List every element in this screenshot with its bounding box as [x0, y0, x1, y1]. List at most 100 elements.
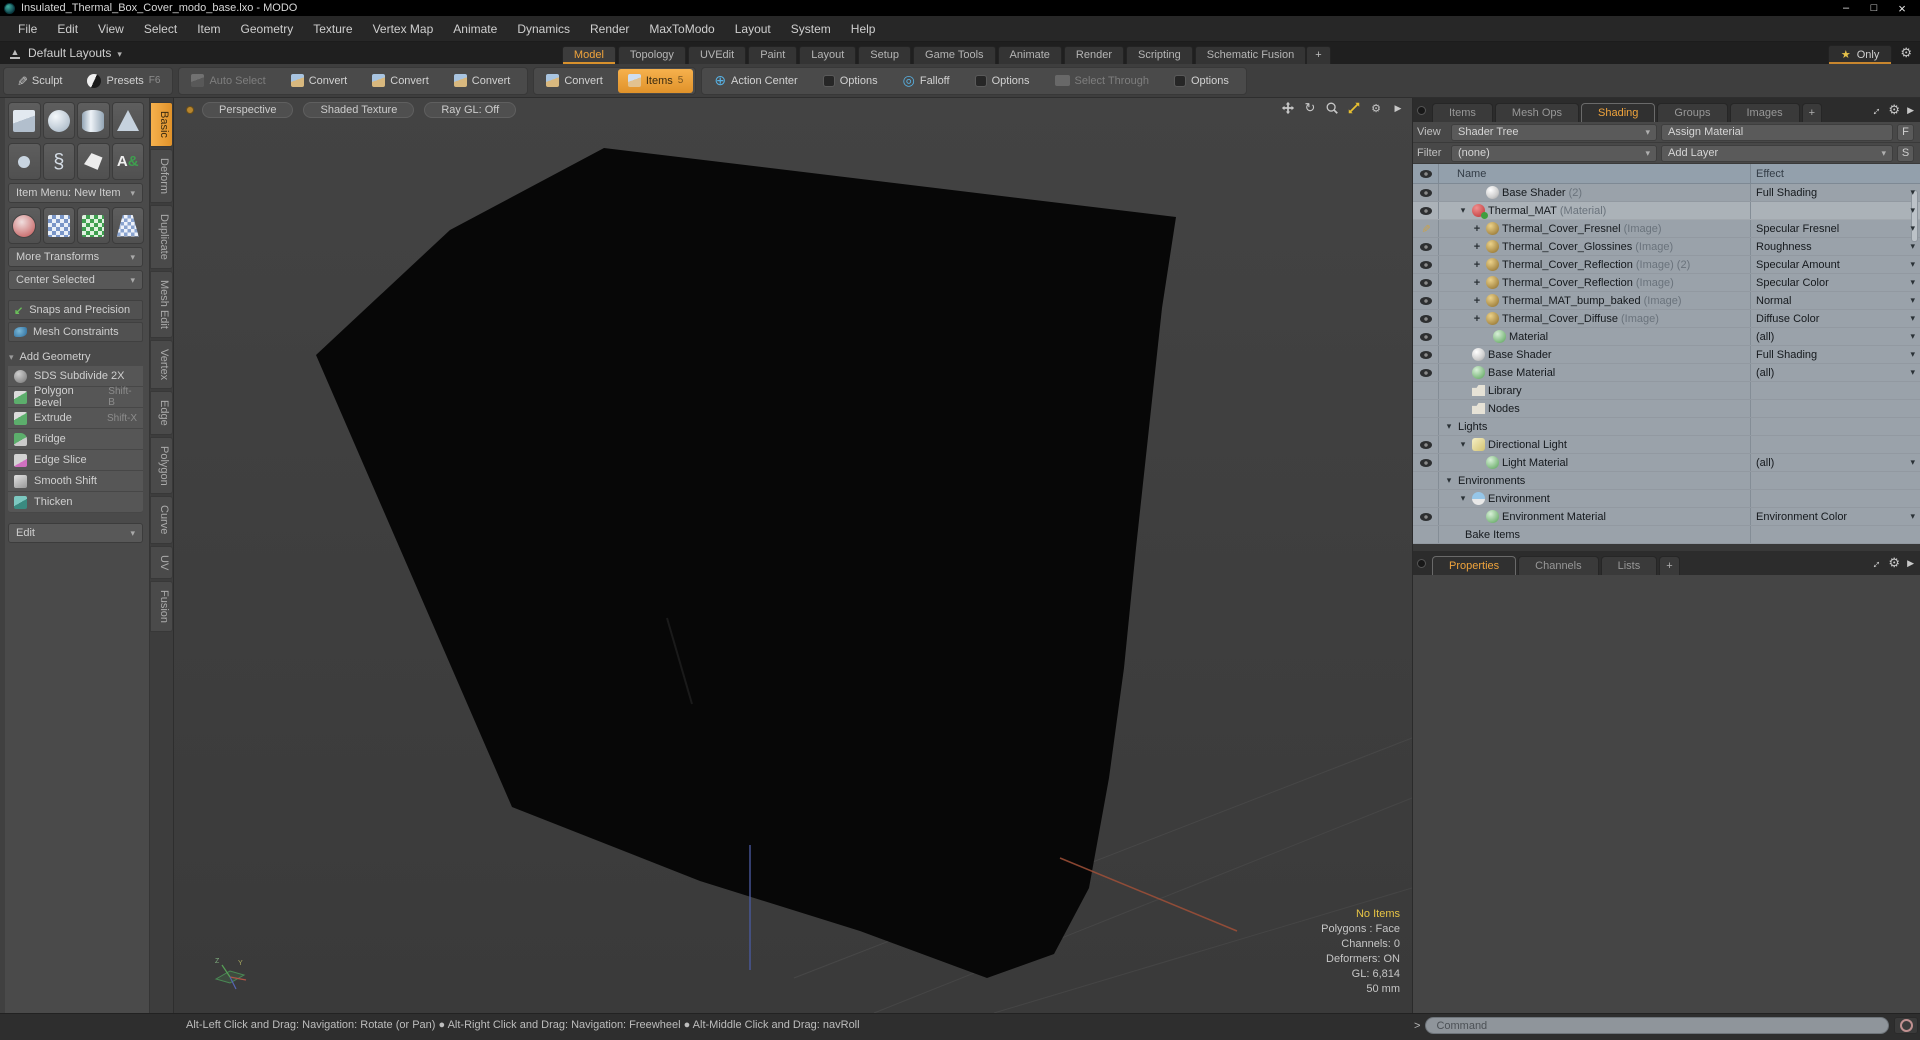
mesh-constraints-button[interactable]: Mesh Constraints	[8, 322, 143, 342]
panel-tab[interactable]: Mesh Ops	[1494, 103, 1580, 122]
effect-dropdown-icon[interactable]	[1910, 205, 1915, 216]
panel-tab[interactable]: Images	[1729, 103, 1800, 122]
shader-tree-row[interactable]: Lights	[1413, 418, 1920, 436]
mesh-tool-button[interactable]	[111, 207, 144, 244]
filter-dropdown[interactable]: (none)	[1451, 144, 1657, 162]
visibility-toggle[interactable]	[1413, 526, 1439, 543]
effect-cell[interactable]: Normal	[1750, 292, 1920, 309]
workspace-tab[interactable]: Layout	[799, 46, 857, 64]
visibility-toggle[interactable]	[1413, 400, 1439, 417]
visibility-toggle[interactable]	[1413, 256, 1439, 273]
add-layer-dropdown[interactable]: Add Layer	[1661, 144, 1893, 162]
panel-menu-arrow-icon[interactable]: ▶	[1907, 558, 1914, 569]
shader-tree-row[interactable]: Thermal_Cover_Fresnel (Image) Specular F…	[1413, 220, 1920, 238]
shader-tree-row[interactable]: Bake Items	[1413, 526, 1920, 544]
item-menu-dropdown[interactable]: Item Menu: New Item	[8, 183, 143, 203]
expand-panel-icon[interactable]: ↔	[1866, 101, 1884, 119]
effect-cell[interactable]	[1750, 202, 1920, 219]
tool-category-tab[interactable]: Duplicate	[150, 204, 173, 269]
command-input[interactable]	[1425, 1017, 1889, 1034]
viewport-mode-button[interactable]: Shaded Texture	[303, 102, 415, 118]
effect-dropdown-icon[interactable]	[1910, 457, 1915, 468]
toolbar-button[interactable]: Convert	[536, 69, 618, 93]
visibility-toggle[interactable]	[1413, 238, 1439, 255]
visibility-toggle[interactable]	[1413, 490, 1439, 507]
minimize-button[interactable]: –	[1832, 1, 1860, 15]
effect-cell[interactable]	[1750, 472, 1920, 489]
menu-item[interactable]: View	[88, 22, 134, 36]
expander-icon[interactable]	[1443, 475, 1455, 486]
expander-icon[interactable]	[1457, 493, 1469, 504]
workspace-tab[interactable]: UVEdit	[687, 46, 747, 64]
effect-dropdown-icon[interactable]	[1910, 511, 1915, 522]
effect-cell[interactable]: (all)	[1750, 328, 1920, 345]
visibility-toggle[interactable]	[1413, 364, 1439, 381]
effect-cell[interactable]	[1750, 526, 1920, 543]
visibility-toggle[interactable]	[1413, 454, 1439, 471]
panel-thumb-icon[interactable]	[1417, 105, 1426, 115]
workspace-tab[interactable]: Schematic Fusion	[1194, 46, 1307, 64]
tool-category-tab[interactable]: Deform	[150, 148, 173, 203]
expander-icon[interactable]	[1443, 421, 1455, 432]
effect-dropdown-icon[interactable]	[1910, 367, 1915, 378]
toolbar-button[interactable]: Options	[965, 69, 1045, 93]
collapse-toolbar-icon[interactable]	[10, 48, 20, 59]
visibility-toggle[interactable]	[1413, 310, 1439, 327]
primitive-tool-button[interactable]	[111, 143, 144, 180]
panel-thumb-icon[interactable]	[1417, 558, 1426, 568]
workspace-tab[interactable]: Game Tools	[913, 46, 996, 64]
geometry-tool-item[interactable]: Edge Slice	[8, 450, 143, 471]
shader-tree-row[interactable]: Library	[1413, 382, 1920, 400]
visibility-toggle[interactable]	[1413, 274, 1439, 291]
menu-item[interactable]: Dynamics	[507, 22, 580, 36]
viewport-canvas[interactable]: Z Y	[174, 98, 1412, 1013]
tool-category-tab[interactable]: Mesh Edit	[150, 270, 173, 338]
workspace-tab[interactable]: Topology	[617, 46, 686, 64]
effect-cell[interactable]: Roughness	[1750, 238, 1920, 255]
primitive-tool-button[interactable]	[8, 102, 41, 139]
tool-category-tab[interactable]: Polygon	[150, 436, 173, 495]
workspace-tab[interactable]: Model	[561, 46, 616, 64]
workspace-tab[interactable]: Render	[1063, 46, 1124, 64]
properties-tab[interactable]: Channels	[1518, 556, 1599, 575]
edit-dropdown[interactable]: Edit	[8, 523, 143, 543]
shader-tree-row[interactable]: Thermal_Cover_Glossines (Image) Roughnes…	[1413, 238, 1920, 256]
primitive-tool-button[interactable]	[42, 102, 75, 139]
add-panel-tab-button[interactable]: +	[1801, 103, 1823, 122]
shader-tree-row[interactable]: Thermal_Cover_Reflection (Image) (2) Spe…	[1413, 256, 1920, 274]
effect-cell[interactable]: (all)	[1750, 454, 1920, 471]
effect-dropdown-icon[interactable]	[1910, 349, 1915, 360]
toolbar-button[interactable]: Options	[1164, 69, 1244, 93]
properties-tab[interactable]: Properties	[1432, 556, 1517, 575]
expander-icon[interactable]	[1471, 223, 1483, 235]
menu-item[interactable]: System	[781, 22, 841, 36]
tool-category-tab[interactable]: Basic	[150, 102, 173, 147]
properties-tab[interactable]: Lists	[1600, 556, 1658, 575]
shader-tree-row[interactable]: Thermal_Cover_Diffuse (Image) Diffuse Co…	[1413, 310, 1920, 328]
f-button[interactable]: F	[1897, 123, 1914, 141]
shader-tree-row[interactable]: Thermal_MAT (Material)	[1413, 202, 1920, 220]
effect-dropdown-icon[interactable]	[1910, 223, 1915, 234]
expander-icon[interactable]	[1457, 205, 1469, 216]
effect-dropdown-icon[interactable]	[1910, 313, 1915, 324]
expand-panel-icon[interactable]: ↔	[1866, 554, 1884, 572]
effect-cell[interactable]	[1750, 418, 1920, 435]
effect-cell[interactable]: Environment Color	[1750, 508, 1920, 525]
shader-tree-row[interactable]: Environment	[1413, 490, 1920, 508]
effect-cell[interactable]	[1750, 490, 1920, 507]
toolbar-button[interactable]: Presets F6	[77, 69, 170, 93]
toolbar-button[interactable]: Convert	[444, 69, 526, 93]
visibility-toggle[interactable]	[1413, 382, 1439, 399]
effect-dropdown-icon[interactable]	[1910, 295, 1915, 306]
menu-item[interactable]: Help	[841, 22, 886, 36]
panel-tab[interactable]: Items	[1432, 103, 1493, 122]
effect-cell[interactable]	[1750, 400, 1920, 417]
expander-icon[interactable]	[1457, 439, 1469, 450]
menu-item[interactable]: Select	[134, 22, 187, 36]
viewport-menu-dot-icon[interactable]	[186, 106, 194, 114]
toolbar-button[interactable]: Convert	[281, 69, 363, 93]
viewport-mode-button[interactable]: Ray GL: Off	[424, 102, 517, 118]
visibility-toggle[interactable]	[1413, 220, 1439, 237]
primitive-tool-button[interactable]	[42, 143, 75, 180]
toolbar-button[interactable]: Sculpt	[6, 69, 77, 93]
